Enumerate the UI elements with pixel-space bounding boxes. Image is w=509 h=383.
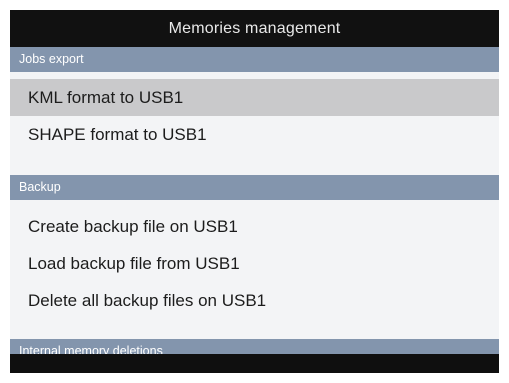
menu-item-create-backup[interactable]: Create backup file on USB1	[10, 208, 499, 245]
section-header-jobs-export: Jobs export	[10, 47, 499, 72]
section-header-internal-memory-deletions: Internal memory deletions	[10, 339, 499, 354]
menu-item-load-backup[interactable]: Load backup file from USB1	[10, 245, 499, 282]
menu-item-kml-export[interactable]: KML format to USB1	[10, 79, 499, 116]
memories-management-screen: Memories management Jobs export KML form…	[10, 10, 499, 373]
bottom-bar	[10, 354, 499, 373]
section-header-backup: Backup	[10, 175, 499, 200]
page-title: Memories management	[10, 10, 499, 47]
menu-item-delete-backups[interactable]: Delete all backup files on USB1	[10, 282, 499, 319]
menu-item-shape-export[interactable]: SHAPE format to USB1	[10, 116, 499, 153]
